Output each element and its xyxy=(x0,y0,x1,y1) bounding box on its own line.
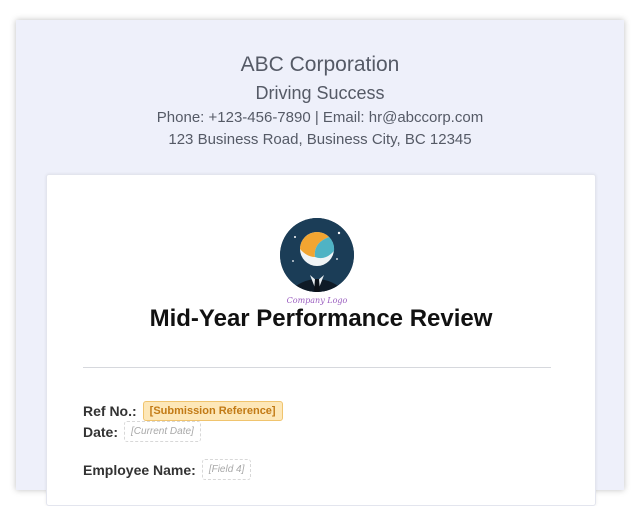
employee-name-label: Employee Name: xyxy=(83,461,196,478)
company-name: ABC Corporation xyxy=(240,53,400,76)
letterhead-page: ABC Corporation Driving Success Phone: +… xyxy=(16,20,624,506)
document-title: Mid-Year Performance Review xyxy=(149,305,493,332)
logo-caption: Company Logo xyxy=(287,296,348,305)
date-label: Date: xyxy=(83,423,119,440)
date-field[interactable]: [Current Date] xyxy=(124,421,201,442)
ref-number-row: Ref No.: [Submission Reference] xyxy=(83,401,283,421)
ref-number-badge: [Submission Reference] xyxy=(142,401,283,421)
company-address: 123 Business Road, Business City, BC 123… xyxy=(168,131,472,148)
document-card: Company Logo Mid-Year Performance Review… xyxy=(46,174,596,506)
employee-name-row: Employee Name: [Field 4] xyxy=(83,459,252,480)
date-row: Date: [Current Date] xyxy=(83,421,201,442)
employee-name-field[interactable]: [Field 4] xyxy=(201,459,252,480)
title-divider xyxy=(83,367,551,368)
company-tagline: Driving Success xyxy=(255,83,385,103)
company-contact: Phone: +123-456-7890 | Email: hr@abccorp… xyxy=(156,109,484,126)
ref-number-label: Ref No.: xyxy=(83,403,137,419)
businessman-logo-icon: Company Logo xyxy=(280,218,354,305)
